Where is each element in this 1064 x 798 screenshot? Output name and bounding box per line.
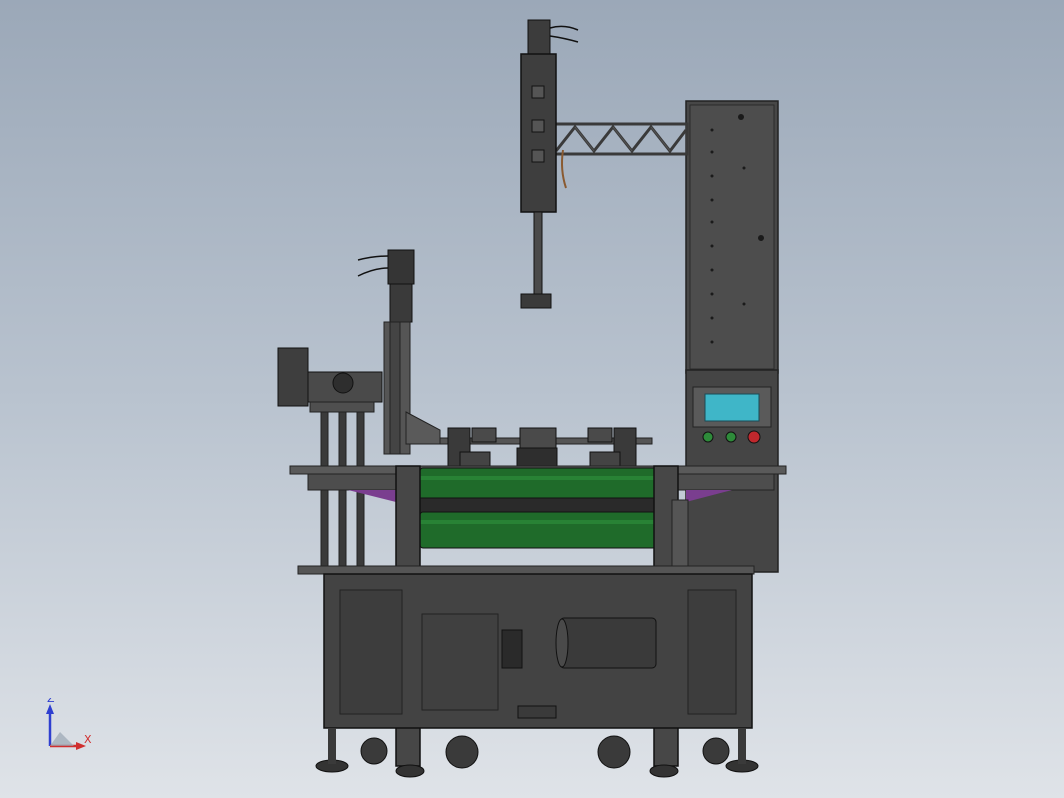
machine-assembly-model[interactable]	[0, 0, 1064, 798]
conveyor-tooling[interactable]	[439, 427, 653, 469]
caster-wheel-icon	[360, 737, 388, 765]
casters-and-feet[interactable]	[315, 728, 759, 778]
caster-wheel-icon	[702, 737, 730, 765]
conveyor-belt[interactable]	[419, 467, 657, 549]
truss-arm[interactable]	[551, 122, 689, 189]
z-axis-label: Z	[47, 698, 55, 705]
green-button-icon[interactable]	[702, 431, 714, 443]
caster-wheel-icon	[445, 735, 479, 769]
left-vertical-actuator[interactable]	[357, 249, 441, 455]
control-buttons-panel[interactable]	[702, 430, 761, 444]
left-gripper-unit[interactable]	[277, 347, 383, 569]
control-tower[interactable]	[685, 100, 779, 573]
lower-cabinet[interactable]	[323, 573, 753, 729]
green-button-icon[interactable]	[725, 431, 737, 443]
caster-wheel-icon	[597, 735, 631, 769]
emergency-stop-icon[interactable]	[747, 430, 761, 444]
x-axis-label: X	[84, 733, 92, 746]
hmi-touchscreen[interactable]	[704, 393, 760, 422]
upper-vertical-actuator[interactable]	[520, 19, 579, 309]
coordinate-triad: Z X	[46, 698, 92, 750]
cad-viewport[interactable]: Z X	[0, 0, 1064, 798]
